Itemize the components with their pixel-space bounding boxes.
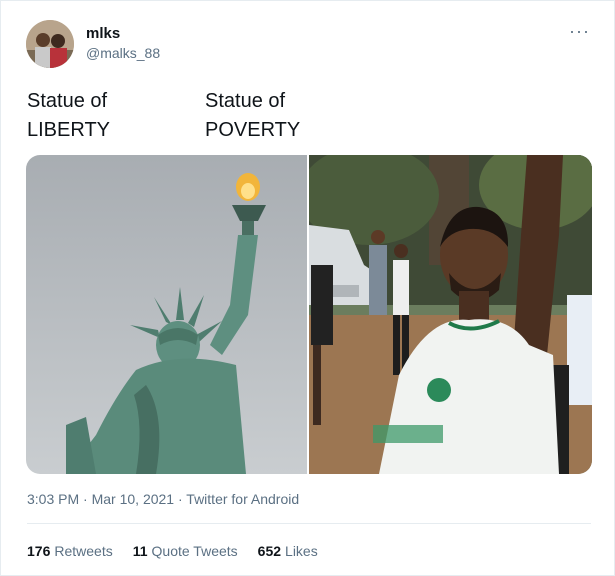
display-name[interactable]: mlks [86, 25, 120, 42]
user-handle[interactable]: @malks_88 [86, 45, 160, 61]
quote-tweets-stat[interactable]: 11 Quote Tweets [133, 543, 238, 559]
tweet-date[interactable]: Mar 10, 2021 [92, 491, 175, 507]
caption-left: Statue of LIBERTY [27, 90, 110, 141]
retweets-stat[interactable]: 176 Retweets [27, 543, 113, 559]
caption-right: Statue of POVERTY [205, 90, 301, 141]
engagement-stats: 176 Retweets 11 Quote Tweets 652 Likes [27, 543, 318, 559]
meta-separator: · [83, 491, 88, 507]
tweet-card: mlks @malks_88 ··· Statue of LIBERTY Sta… [0, 0, 615, 576]
statue-of-liberty-image[interactable] [26, 155, 307, 474]
divider [27, 523, 591, 524]
meta-separator: · [177, 491, 183, 507]
tweet-time[interactable]: 3:03 PM [27, 491, 79, 507]
tweet-source[interactable]: Twitter for Android [186, 491, 299, 507]
likes-stat[interactable]: 652 Likes [258, 543, 318, 559]
more-options-icon[interactable]: ··· [569, 21, 590, 42]
tweet-media[interactable] [26, 155, 592, 474]
tweet-meta: 3:03 PM · Mar 10, 2021 · Twitter for And… [27, 491, 299, 507]
avatar[interactable] [26, 20, 74, 68]
man-raising-arm-image[interactable] [309, 155, 592, 474]
